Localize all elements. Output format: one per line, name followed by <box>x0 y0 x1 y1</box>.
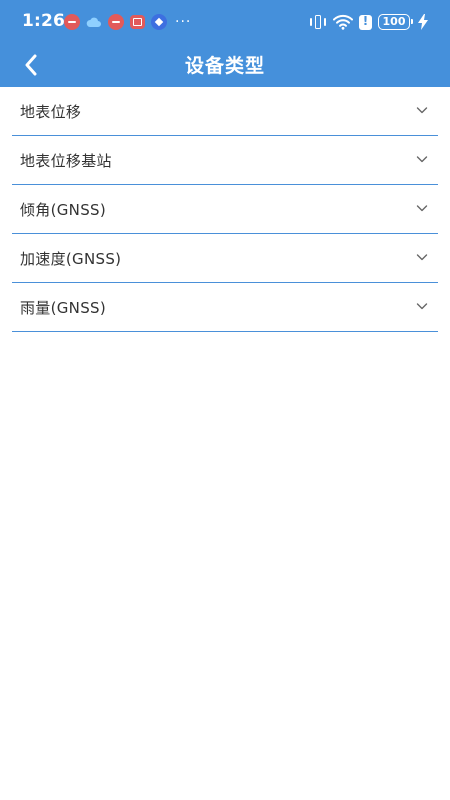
wifi-icon <box>333 14 353 30</box>
status-bar: 1:26 ··· ! 100 <box>0 0 450 44</box>
vibrate-icon <box>309 14 327 30</box>
list-item[interactable]: 地表位移 <box>12 87 438 136</box>
list-item[interactable]: 倾角(GNSS) <box>12 185 438 234</box>
app-screen: 1:26 ··· ! 100 设备类型 地表位移 地表位移基站 倾角(GNSS)… <box>0 0 450 800</box>
charging-bolt-icon <box>418 14 428 30</box>
battery-indicator: 100 <box>378 14 413 30</box>
list-item[interactable]: 地表位移基站 <box>12 136 438 185</box>
chevron-down-icon <box>416 303 428 310</box>
more-notifications-icon: ··· <box>175 14 192 30</box>
red-app-notification-icon <box>64 14 80 30</box>
list-item[interactable]: 加速度(GNSS) <box>12 234 438 283</box>
app-bar: 设备类型 <box>0 44 450 87</box>
list-item[interactable]: 雨量(GNSS) <box>12 283 438 332</box>
alert-icon <box>359 14 372 30</box>
device-type-list: 地表位移 地表位移基站 倾角(GNSS) 加速度(GNSS) 雨量(GNSS) <box>12 87 438 332</box>
chevron-down-icon <box>416 156 428 163</box>
red-app-notification-icon <box>108 14 124 30</box>
list-item-label: 倾角(GNSS) <box>20 201 106 219</box>
list-item-label: 加速度(GNSS) <box>20 250 122 268</box>
notification-icons: ··· <box>64 14 191 30</box>
status-time: 1:26 <box>22 11 66 31</box>
chevron-down-icon <box>416 107 428 114</box>
top-bar: 1:26 ··· ! 100 设备类型 <box>0 0 450 87</box>
list-item-label: 雨量(GNSS) <box>20 299 106 317</box>
chevron-down-icon <box>416 205 428 212</box>
cloud-notification-icon <box>86 14 102 30</box>
list-item-label: 地表位移基站 <box>20 152 112 170</box>
page-title: 设备类型 <box>184 55 265 77</box>
list-item-label: 地表位移 <box>20 103 82 121</box>
chevron-down-icon <box>416 254 428 261</box>
blue-app-notification-icon <box>151 14 167 30</box>
system-icons: 100 <box>309 12 428 32</box>
book-notification-icon <box>130 15 145 29</box>
